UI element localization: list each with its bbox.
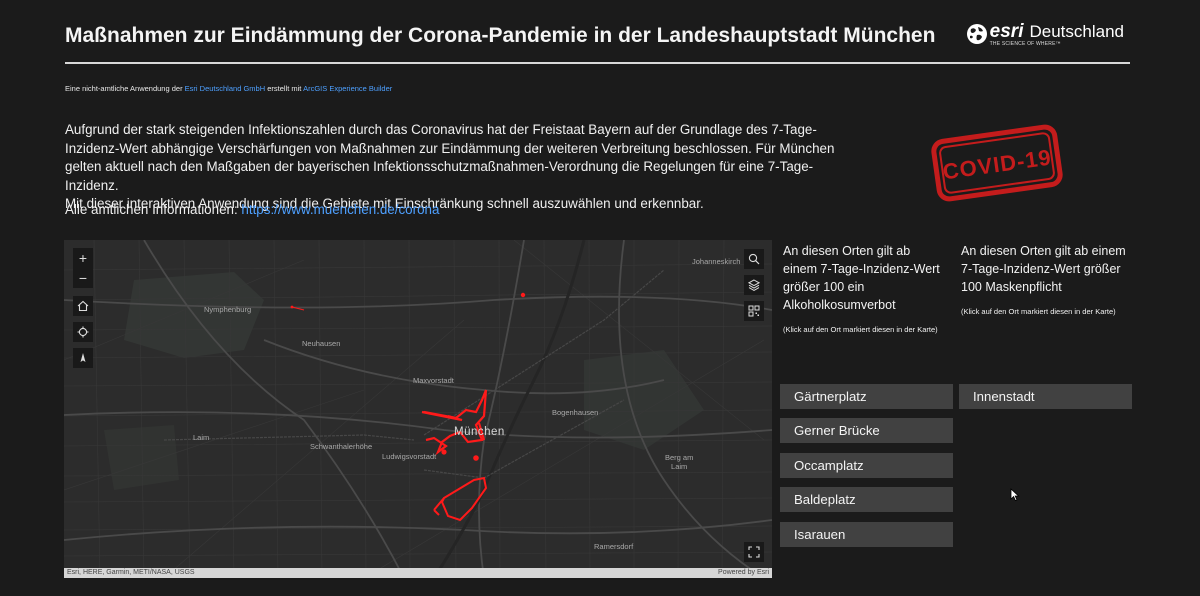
map-search-button[interactable] bbox=[744, 249, 764, 269]
map-label-nymphenburg: Nymphenburg bbox=[204, 305, 252, 314]
app-header: Maßnahmen zur Eindämmung der Corona-Pand… bbox=[65, 18, 1130, 64]
intro-text: Aufgrund der stark steigenden Infektions… bbox=[65, 121, 865, 214]
fullscreen-icon bbox=[748, 546, 760, 558]
credit-middle: erstellt mit bbox=[267, 84, 302, 93]
powered-by-esri[interactable]: Powered by Esri bbox=[718, 568, 769, 578]
map-label-neuhausen: Neuhausen bbox=[302, 339, 341, 348]
compass-icon bbox=[80, 353, 86, 362]
map-label-schwanthalerhoehe: Schwanthalerhöhe bbox=[310, 442, 373, 451]
map-label-johanneskirchen: Johanneskirch bbox=[692, 257, 741, 266]
place-isarauen[interactable]: Isarauen bbox=[780, 522, 953, 547]
compass-button[interactable] bbox=[73, 348, 93, 368]
official-info: Alle amtlichen Informationen: https://ww… bbox=[65, 202, 439, 217]
map-basemap bbox=[64, 240, 772, 578]
logo-tagline: THE SCIENCE OF WHERE™ bbox=[989, 40, 1061, 47]
map-marker-north[interactable] bbox=[520, 292, 526, 298]
place-innenstadt[interactable]: Innenstadt bbox=[959, 384, 1132, 409]
map-attribution: Esri, HERE, Garmin, METI/NASA, USGS Powe… bbox=[64, 568, 772, 578]
official-info-label: Alle amtlichen Informationen: bbox=[65, 202, 238, 217]
logo-brand: esri bbox=[989, 20, 1024, 42]
fullscreen-button[interactable] bbox=[744, 542, 764, 562]
map-label-ramersdorf: Ramersdorf bbox=[594, 542, 634, 551]
qr-code-button[interactable] bbox=[744, 301, 764, 321]
mouse-cursor-icon bbox=[1010, 488, 1020, 502]
map-label-ludwigsvorstadt: Ludwigsvorstadt bbox=[382, 452, 437, 461]
locate-button[interactable] bbox=[73, 322, 93, 342]
stamp-text: COVID-19 bbox=[941, 144, 1053, 184]
map-marker-sendlinger[interactable] bbox=[441, 449, 447, 455]
place-occamplatz[interactable]: Occamplatz bbox=[780, 453, 953, 478]
home-icon bbox=[77, 300, 89, 312]
experience-builder-link[interactable]: ArcGIS Experience Builder bbox=[303, 84, 392, 93]
zoom-control: + − bbox=[73, 248, 93, 288]
qr-code-icon bbox=[748, 305, 760, 317]
mask-note: (Klick auf den Ort markiert diesen in de… bbox=[961, 307, 1116, 316]
locate-icon bbox=[77, 326, 89, 338]
attribution-text: Esri, HERE, Garmin, METI/NASA, USGS bbox=[67, 569, 195, 576]
alcohol-ban-note: (Klick auf den Ort markiert diesen in de… bbox=[783, 325, 938, 334]
home-button[interactable] bbox=[73, 296, 93, 316]
intro-paragraph: Aufgrund der stark steigenden Infektions… bbox=[65, 122, 835, 193]
mask-heading: An diesen Orten gilt ab einem 7-Tage-Inz… bbox=[961, 244, 1126, 294]
layers-icon bbox=[748, 279, 760, 291]
map-label-muenchen: München bbox=[454, 426, 505, 438]
covid-stamp: COVID-19 bbox=[931, 124, 1063, 202]
map-marker-gaertnerplatz[interactable] bbox=[473, 455, 479, 461]
search-icon bbox=[748, 253, 760, 265]
page-title: Maßnahmen zur Eindämmung der Corona-Pand… bbox=[65, 24, 936, 47]
layers-button[interactable] bbox=[744, 275, 764, 295]
alcohol-ban-heading: An diesen Orten gilt ab einem 7-Tage-Inz… bbox=[783, 244, 940, 312]
credit-prefix: Eine nicht-amtliche Anwendung der bbox=[65, 84, 183, 93]
map-label-berg-am-laim: Berg am Laim bbox=[665, 453, 694, 471]
zoom-in-button[interactable]: + bbox=[79, 251, 87, 265]
map-label-laim: Laim bbox=[193, 433, 210, 442]
official-info-link[interactable]: https://www.muenchen.de/corona bbox=[241, 202, 439, 217]
esri-deutschland-logo[interactable]: esri Deutschland THE SCIENCE OF WHERE™ bbox=[966, 18, 1124, 50]
map-label-bogenhausen: Bogenhausen bbox=[552, 408, 599, 417]
zoom-out-button[interactable]: − bbox=[79, 271, 87, 285]
place-gerner-bruecke[interactable]: Gerner Brücke bbox=[780, 418, 953, 443]
globe-icon bbox=[966, 24, 987, 44]
place-baldeplatz[interactable]: Baldeplatz bbox=[780, 487, 953, 512]
place-gaertnerplatz[interactable]: Gärtnerplatz bbox=[780, 384, 953, 409]
esri-deutschland-link[interactable]: Esri Deutschland GmbH bbox=[185, 84, 265, 93]
credit-line: Eine nicht-amtliche Anwendung der Esri D… bbox=[65, 84, 392, 93]
city-map[interactable]: Nymphenburg Neuhausen Maxvorstadt Bogenh… bbox=[64, 240, 772, 578]
map-label-maxvorstadt: Maxvorstadt bbox=[413, 376, 454, 385]
logo-region: Deutschland bbox=[1029, 21, 1124, 41]
